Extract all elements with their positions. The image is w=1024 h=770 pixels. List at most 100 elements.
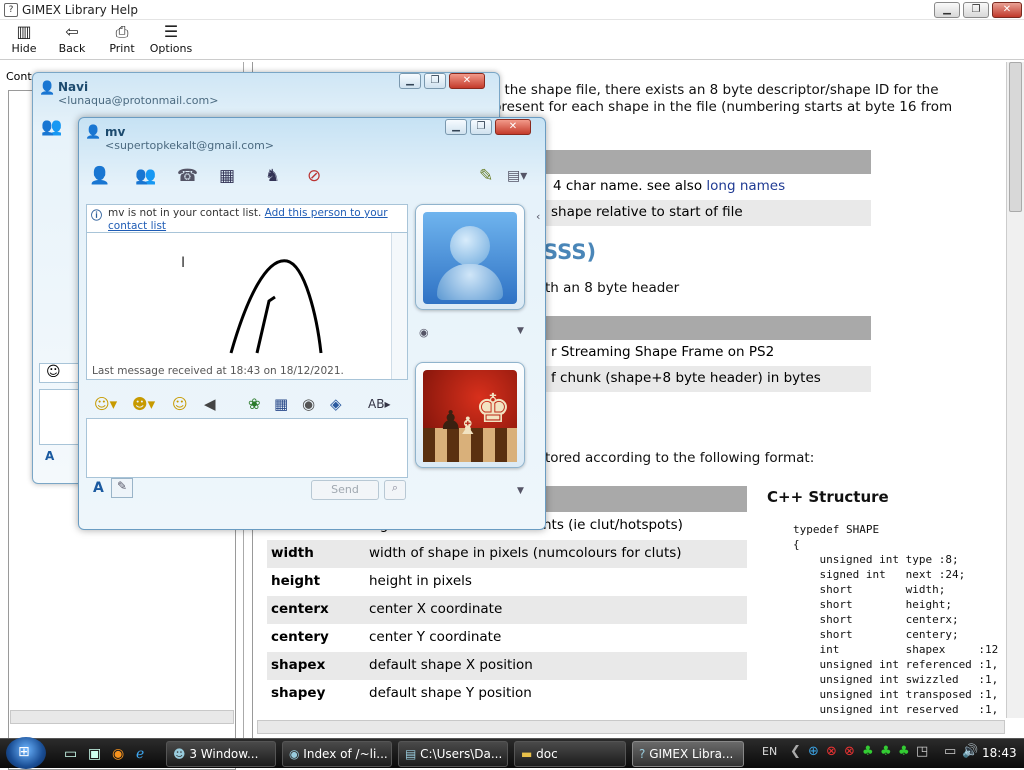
help-toolbar: ▥ Hide ⇦ Back ⎙ Print ☰ Options — [0, 20, 1024, 60]
send-button[interactable]: Send — [311, 480, 379, 500]
collapse-chevron-icon[interactable]: ‹ — [536, 210, 540, 223]
switch-windows-icon[interactable]: ▣ — [88, 745, 101, 763]
start-button[interactable]: ⊞ — [6, 737, 46, 769]
font-icon[interactable]: A — [45, 449, 54, 463]
cpp-code-block: typedef SHAPE { unsigned int type :8; si… — [793, 523, 999, 716]
text-cursor-icon: I — [181, 255, 186, 271]
action-center-icon[interactable]: ⊗ — [844, 744, 855, 759]
firefox-icon[interactable]: ◉ — [112, 745, 124, 763]
restore-button[interactable]: ❐ — [470, 119, 492, 135]
smile-icon: ☺ — [46, 364, 61, 380]
topic-vertical-scrollbar[interactable] — [1006, 62, 1024, 718]
handwriting-icon[interactable]: ✎ — [111, 478, 133, 498]
minimize-button[interactable]: ▁ — [934, 2, 960, 18]
print-button[interactable]: ⎙ Print — [100, 22, 144, 55]
taskbar-button-label: Index of /~li... — [303, 747, 388, 761]
voice-clip-icon[interactable]: ◀ — [204, 394, 216, 414]
tray-app-icon[interactable]: ◳ — [916, 744, 928, 759]
field-description: center X coordinate — [369, 601, 503, 617]
back-arrow-icon: ⇦ — [65, 22, 79, 41]
intro-text-1: d in the shape file, there exists an 8 b… — [475, 82, 939, 98]
emoticon-icon[interactable]: ☺▾ — [94, 394, 117, 414]
nudge-icon[interactable]: ☺ — [172, 394, 188, 414]
security-alert-icon[interactable]: ⊗ — [826, 744, 837, 759]
hide-button[interactable]: ▥ Hide — [2, 22, 46, 55]
emoticon-button[interactable]: ☺ — [39, 363, 79, 383]
video-icon[interactable]: ▦ — [219, 166, 235, 186]
webcam-icon[interactable]: ◉ — [419, 326, 429, 339]
gift-icon[interactable]: ◉ — [302, 394, 315, 414]
close-button[interactable]: ✕ — [495, 119, 531, 135]
taskbar-button-label: doc — [536, 747, 558, 761]
navi-input-box[interactable] — [39, 389, 79, 445]
translate-icon[interactable]: ◈ — [330, 394, 342, 414]
language-indicator[interactable]: EN — [762, 745, 777, 758]
help-app-icon: ? — [4, 3, 18, 17]
tree-horizontal-scrollbar[interactable] — [10, 710, 234, 724]
minimize-button[interactable]: ▁ — [445, 119, 467, 135]
taskbar-button[interactable]: ? GIMEX Libra... — [632, 741, 744, 767]
wink-icon[interactable]: ☻▾ — [132, 394, 155, 414]
chevron-down-icon[interactable]: ▼ — [517, 486, 524, 496]
chevron-down-icon[interactable]: ▼ — [517, 326, 524, 336]
chess-avatar: ♚ ♟ ♝ — [423, 370, 517, 462]
topic-horizontal-scrollbar[interactable] — [257, 720, 1005, 734]
volume-icon[interactable]: 🔊 — [962, 744, 978, 759]
field-description: default shape X position — [369, 657, 533, 673]
history-scrollbar[interactable] — [391, 233, 407, 379]
tray-app-icon[interactable]: ♣ — [898, 744, 910, 759]
tray-arrow-icon[interactable]: ❮ — [790, 744, 801, 759]
font-style-icon[interactable]: AB▸ — [368, 394, 390, 414]
taskbar-button[interactable]: ▤ C:\Users\Da... — [398, 741, 508, 767]
fields-table: nextsigned offset to attachments (ie clu… — [267, 512, 747, 708]
close-button[interactable]: ✕ — [449, 73, 485, 89]
field-description: height in pixels — [369, 573, 472, 589]
taskbar-button[interactable]: ▬ doc — [514, 741, 626, 767]
search-icon[interactable]: ⌕ — [384, 480, 406, 500]
games-icon[interactable]: ♞ — [265, 166, 280, 186]
share-files-icon[interactable]: 👥 — [135, 166, 156, 186]
clock[interactable]: 18:43 — [982, 746, 1017, 760]
menu-icon[interactable]: ▤▾ — [507, 166, 527, 186]
font-icon[interactable]: A — [93, 480, 104, 496]
back-button[interactable]: ⇦ Back — [50, 22, 94, 55]
contact-notice: ⓘ mv is not in your contact list. Add th… — [86, 204, 408, 232]
intro-text-2: re present for each shape in the file (n… — [475, 99, 953, 115]
contact-name: Navi — [58, 80, 89, 94]
buddy-icon: 👤 — [85, 125, 102, 140]
long-names-link[interactable]: long names — [706, 178, 785, 194]
options-button[interactable]: ☰ Options — [148, 22, 194, 55]
restore-button[interactable]: ❐ — [963, 2, 989, 18]
messenger-tray-icon[interactable]: ♣ — [862, 744, 874, 759]
message-input[interactable] — [86, 418, 408, 478]
close-button[interactable]: ✕ — [992, 2, 1022, 18]
taskbar-button[interactable]: ◉ Index of /~li... — [282, 741, 392, 767]
section-title: SSS) — [543, 240, 597, 264]
display-icon[interactable]: ▭ — [944, 744, 956, 759]
messenger-status-icon[interactable]: ♣ — [880, 744, 892, 759]
network-icon[interactable]: ⊕ — [808, 744, 819, 759]
ie-icon[interactable]: ℯ — [136, 745, 144, 763]
invite-contact-icon[interactable]: 👤 — [89, 166, 110, 186]
taskbar-button-label: C:\Users\Da... — [420, 747, 503, 761]
scrollbar-thumb[interactable] — [1009, 62, 1022, 212]
window-title: GIMEX Library Help — [22, 3, 138, 17]
field-description: center Y coordinate — [369, 629, 502, 645]
messenger-icon: ☻ — [173, 747, 190, 761]
paintbrush-icon[interactable]: ✎ — [479, 166, 493, 186]
invite-contact-icon[interactable]: 👥 — [41, 117, 62, 137]
background-icon[interactable]: ▦ — [274, 394, 288, 414]
minimize-button[interactable]: ▁ — [399, 73, 421, 89]
block-icon[interactable]: ⊘ — [307, 166, 321, 186]
show-desktop-icon[interactable]: ▭ — [64, 745, 77, 763]
conversation-history[interactable]: I Last message received at 18:43 on 18/1… — [86, 232, 408, 380]
wink-gallery-icon[interactable]: ❀ — [248, 394, 261, 414]
taskbar-button[interactable]: ☻ 3 Window... — [166, 741, 276, 767]
buddy-avatar — [423, 212, 517, 304]
own-display-picture[interactable]: ♚ ♟ ♝ — [415, 362, 525, 468]
terminal-icon: ▤ — [405, 747, 421, 761]
call-icon[interactable]: ☎ — [177, 166, 198, 186]
restore-button[interactable]: ❐ — [424, 73, 446, 89]
printer-icon: ⎙ — [115, 22, 129, 41]
contact-display-picture[interactable] — [415, 204, 525, 310]
